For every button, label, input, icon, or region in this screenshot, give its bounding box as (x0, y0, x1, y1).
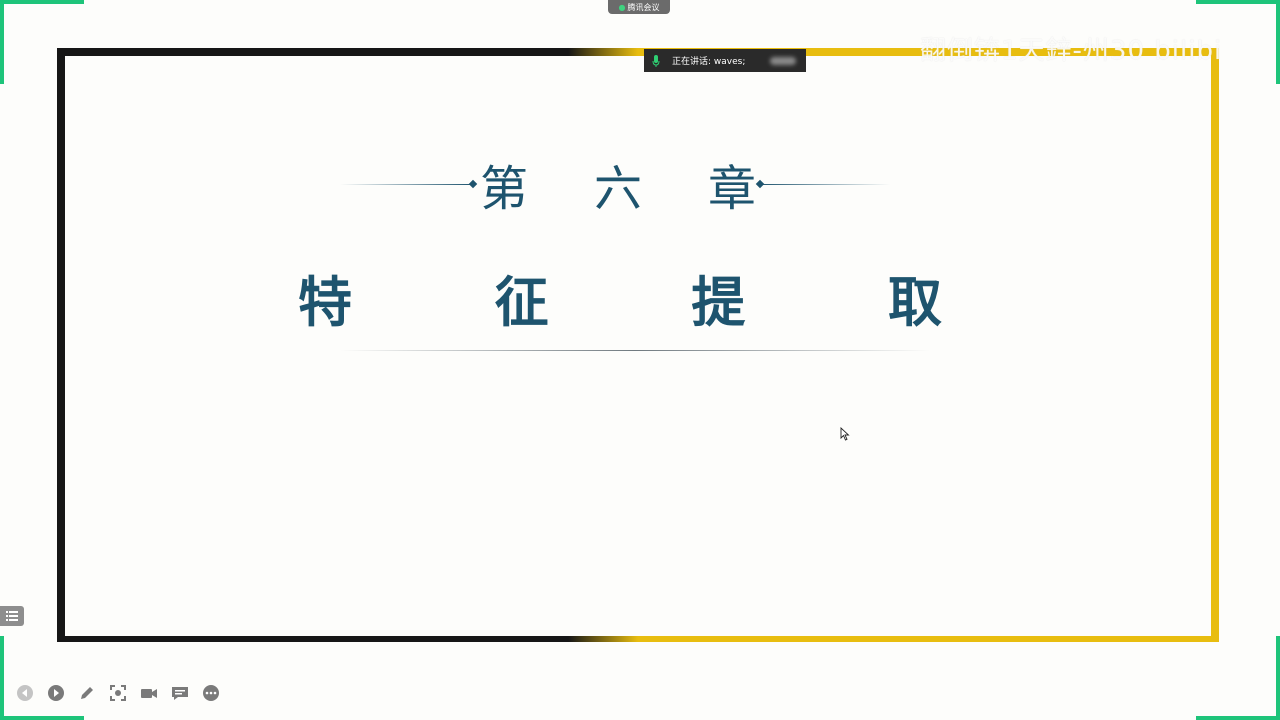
chapter-char: 章 (707, 161, 756, 217)
pen-button[interactable] (78, 684, 96, 702)
chapter-line-right (760, 184, 890, 185)
more-icon (203, 685, 219, 701)
meeting-status-icon: ● (618, 2, 626, 12)
chapter-char: 第 (480, 161, 529, 217)
chapter-heading: 第 六 章 (340, 152, 890, 217)
video-watermark: 翻倒锛1天鋅-州30 bilibili (920, 36, 1220, 66)
chapter-diamond-left (468, 179, 478, 189)
title-char: 取 (887, 270, 942, 334)
play-button[interactable] (47, 684, 65, 702)
microphone-icon (652, 54, 660, 67)
title-char: 特 (298, 270, 352, 334)
mouse-cursor-icon (840, 427, 850, 441)
slide-list-button[interactable] (0, 606, 24, 626)
list-icon (6, 611, 18, 621)
pen-icon (81, 687, 93, 699)
more-button[interactable] (202, 684, 220, 702)
blurred-avatar (770, 56, 796, 65)
chapter-line-left (340, 184, 472, 185)
slide-frame (57, 48, 1219, 642)
speaking-text: 正在讲话: waves; (672, 57, 746, 67)
screenshot-icon (110, 685, 126, 701)
play-icon (48, 685, 64, 701)
screenshot-button[interactable] (109, 684, 127, 702)
comment-icon (172, 687, 188, 700)
meeting-badge[interactable]: ● 腾讯会议 (608, 0, 670, 14)
title-underline (340, 350, 930, 351)
camera-icon (141, 689, 157, 698)
title-char: 征 (494, 270, 549, 334)
comment-button[interactable] (171, 684, 189, 702)
slide-canvas (65, 56, 1211, 636)
bottom-toolbar (16, 682, 220, 704)
chapter-title: 第 六 章 (480, 152, 756, 217)
previous-icon (17, 685, 33, 701)
share-corner-bottom-left (0, 636, 84, 720)
share-corner-bottom-right (1196, 636, 1280, 720)
title-char: 提 (691, 270, 746, 334)
camera-button[interactable] (140, 684, 158, 702)
meeting-badge-label: 腾讯会议 (627, 2, 660, 12)
speaking-indicator: 正在讲话: waves; (644, 49, 806, 72)
slide-title: 特 征 提 取 (298, 264, 942, 334)
previous-button[interactable] (16, 684, 34, 702)
chapter-char: 六 (593, 161, 642, 217)
